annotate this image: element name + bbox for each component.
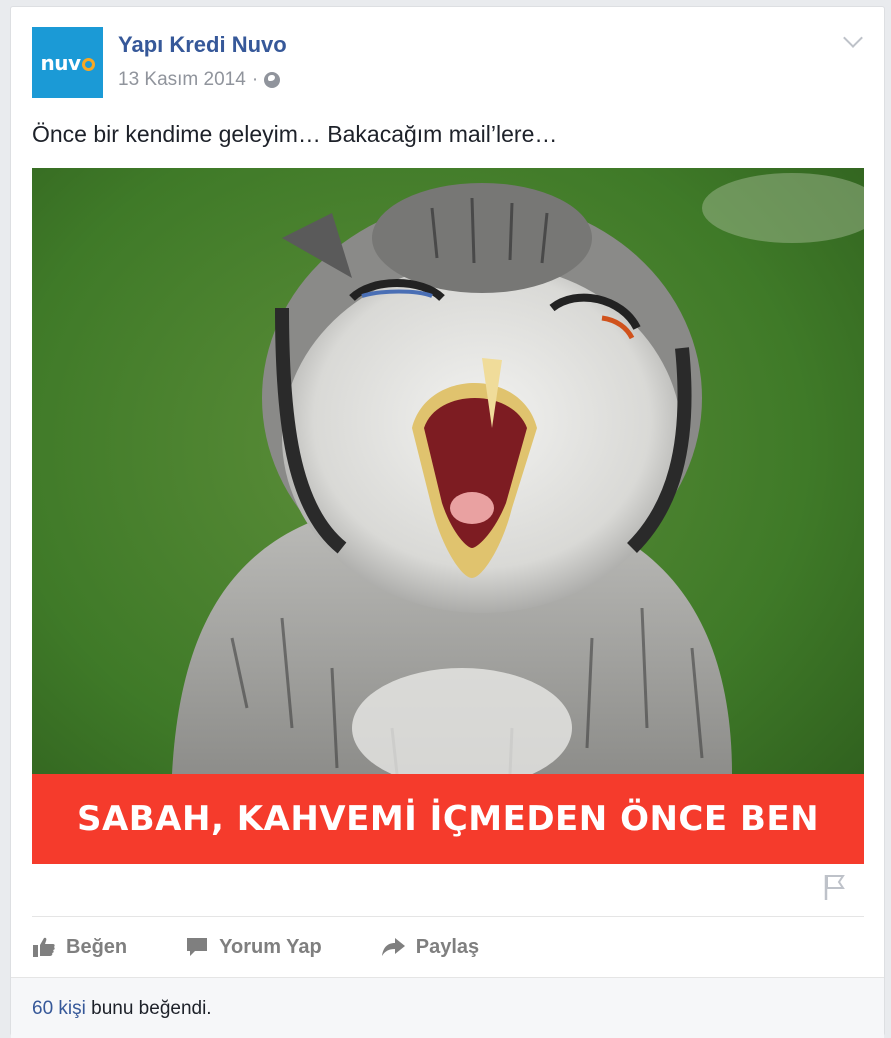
likes-text: bunu beğendi. (91, 998, 212, 1019)
like-label: Beğen (66, 935, 128, 958)
comment-icon (187, 938, 208, 956)
page-avatar[interactable]: nuv (32, 27, 103, 98)
action-divider (32, 916, 864, 917)
post-photo[interactable]: SABAH, KAHVEMİ İÇMEDEN ÖNCE BEN (32, 168, 864, 864)
flag-icon[interactable] (823, 873, 845, 901)
post-meta: 13 Kasım 2014 · (118, 69, 281, 91)
owl-illustration (32, 168, 864, 864)
likes-count-link[interactable]: 60 kişi (32, 998, 86, 1019)
post-footer: 60 kişi bunu beğendi. (11, 977, 884, 1038)
comment-button[interactable]: Yorum Yap (185, 936, 322, 959)
share-label: Paylaş (415, 935, 480, 958)
share-button[interactable]: Paylaş (380, 936, 479, 959)
like-icon (33, 937, 55, 957)
likes-summary: 60 kişi bunu beğendi. (32, 998, 212, 1020)
post-actions: Beğen Yorum Yap Paylaş (32, 927, 537, 967)
like-button[interactable]: Beğen (32, 936, 127, 959)
page-name-link[interactable]: Yapı Kredi Nuvo (118, 32, 287, 58)
share-icon (381, 938, 405, 956)
globe-icon[interactable] (264, 72, 281, 88)
image-caption-banner: SABAH, KAHVEMİ İÇMEDEN ÖNCE BEN (32, 774, 864, 864)
post-text: Önce bir kendime geleyim… Bakacağım mail… (32, 121, 558, 147)
post-card: nuv Yapı Kredi Nuvo 13 Kasım 2014 · Önce… (10, 6, 885, 1038)
meta-separator: · (251, 69, 259, 90)
avatar-logo: nuv (40, 51, 95, 75)
chevron-down-icon[interactable] (843, 28, 863, 48)
comment-label: Yorum Yap (219, 935, 322, 958)
post-date[interactable]: 13 Kasım 2014 (118, 69, 246, 91)
